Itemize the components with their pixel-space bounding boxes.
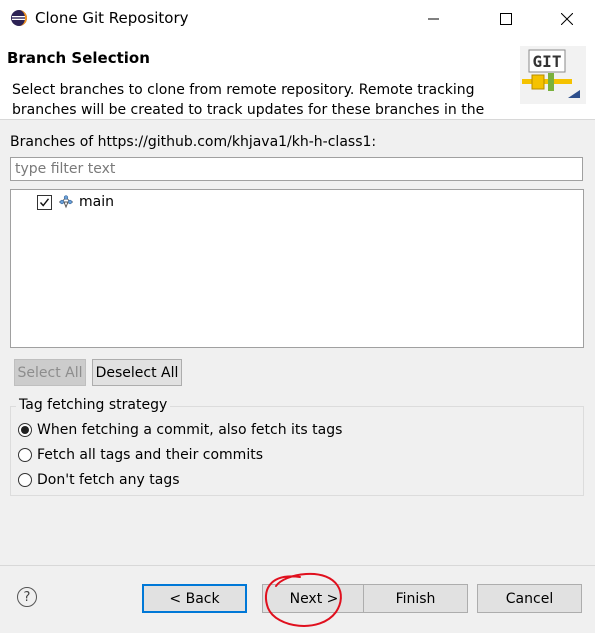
radio-fetch-commit-tags[interactable]: When fetching a commit, also fetch its t… bbox=[18, 422, 342, 438]
minimize-icon bbox=[428, 18, 439, 19]
branch-icon bbox=[59, 195, 73, 209]
minimize-button[interactable] bbox=[411, 0, 457, 37]
header-separator bbox=[0, 119, 595, 120]
deselect-all-button[interactable]: Deselect All bbox=[92, 359, 182, 386]
branch-checkbox[interactable] bbox=[37, 194, 52, 210]
close-icon bbox=[561, 12, 573, 25]
radio-button[interactable] bbox=[18, 473, 32, 487]
branch-name: main bbox=[79, 194, 114, 210]
git-logo-text: GIT bbox=[533, 52, 562, 71]
page-title: Branch Selection bbox=[7, 49, 150, 67]
window-title: Clone Git Repository bbox=[35, 9, 189, 27]
radio-fetch-all-tags[interactable]: Fetch all tags and their commits bbox=[18, 447, 263, 463]
help-icon[interactable]: ? bbox=[17, 587, 37, 607]
cancel-button[interactable]: Cancel bbox=[477, 584, 582, 613]
radio-label: When fetching a commit, also fetch its t… bbox=[37, 422, 343, 438]
finish-button[interactable]: Finish bbox=[363, 584, 468, 613]
radio-button[interactable] bbox=[18, 448, 32, 462]
back-button[interactable]: < Back bbox=[142, 584, 247, 613]
branch-tree[interactable]: main bbox=[10, 189, 584, 348]
radio-label: Fetch all tags and their commits bbox=[37, 447, 263, 463]
checkmark-icon bbox=[39, 197, 50, 207]
branch-tree-item[interactable]: main bbox=[37, 192, 114, 212]
maximize-button[interactable] bbox=[483, 0, 529, 37]
branch-filter-input[interactable] bbox=[10, 157, 583, 181]
title-bar: Clone Git Repository bbox=[0, 0, 595, 37]
page-description: Select branches to clone from remote rep… bbox=[12, 82, 485, 118]
maximize-icon bbox=[500, 12, 512, 25]
tag-strategy-title: Tag fetching strategy bbox=[16, 397, 171, 413]
eclipse-icon bbox=[11, 10, 27, 26]
select-all-button[interactable]: Select All bbox=[14, 359, 86, 386]
radio-label: Don't fetch any tags bbox=[37, 472, 180, 488]
radio-no-tags[interactable]: Don't fetch any tags bbox=[18, 472, 180, 488]
branches-label: Branches of https://github.com/khjava1/k… bbox=[10, 134, 377, 150]
git-logo: GIT bbox=[520, 46, 586, 104]
next-button[interactable]: Next > bbox=[262, 584, 366, 613]
footer-separator bbox=[0, 565, 595, 566]
wizard-header: Branch Selection Select branches to clon… bbox=[0, 37, 595, 119]
radio-button[interactable] bbox=[18, 423, 32, 437]
close-button[interactable] bbox=[544, 0, 590, 37]
